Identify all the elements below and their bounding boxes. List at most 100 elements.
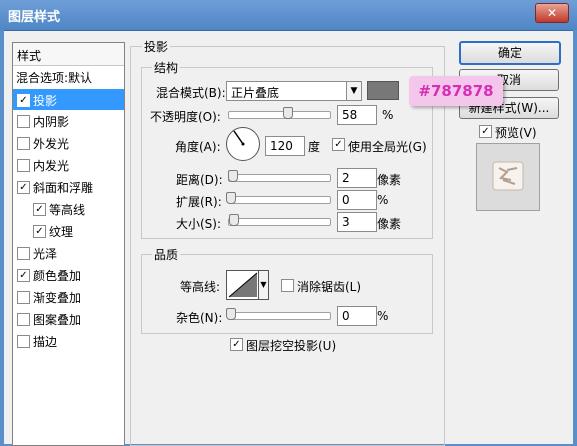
contour-curve-icon <box>228 272 258 298</box>
contour-label: 等高线: <box>180 280 221 294</box>
global-light-checkbox[interactable]: ✓ <box>332 138 345 151</box>
angle-input[interactable]: 120 <box>265 136 305 156</box>
preview-label: 预览(V) <box>495 126 537 140</box>
opacity-unit: % <box>382 108 394 122</box>
style-item-label: 图案叠加 <box>33 313 82 327</box>
noise-unit: % <box>377 309 389 323</box>
window-border-right <box>573 30 577 444</box>
angle-label: 角度(A): <box>175 140 221 154</box>
chevron-down-icon: ▼ <box>260 280 267 289</box>
contour-picker[interactable] <box>226 270 260 300</box>
ok-button[interactable]: 确定 <box>459 41 561 65</box>
size-unit: 像素 <box>377 217 402 231</box>
noise-label: 杂色(N): <box>176 311 223 325</box>
chevron-down-icon: ▼ <box>346 82 361 100</box>
drop-shadow-checkbox[interactable]: ✓ <box>17 94 30 107</box>
blend-mode-select[interactable]: 正片叠底 ▼ <box>226 81 362 101</box>
opacity-value: 58 <box>342 108 358 122</box>
style-item-label: 内阴影 <box>33 115 70 129</box>
antialias-label: 消除锯齿(L) <box>297 280 362 294</box>
angle-dial[interactable] <box>226 127 260 161</box>
style-item-label: 内发光 <box>33 159 70 173</box>
pattern-overlay-checkbox[interactable] <box>17 313 30 326</box>
distance-unit: 像素 <box>377 173 402 187</box>
color-value-tooltip: #787878 <box>409 76 503 106</box>
style-item-color-overlay[interactable]: ✓ 颜色叠加 <box>13 264 124 285</box>
close-icon: ✕ <box>546 6 558 20</box>
styles-list: 样式 混合选项:默认 ✓ 投影 内阴影 外发光 内发光 ✓ 斜面和浮雕 ✓ 等高… <box>12 42 125 446</box>
spread-slider-thumb[interactable] <box>226 192 236 204</box>
satin-checkbox[interactable] <box>17 247 30 260</box>
spread-slider[interactable] <box>228 196 331 204</box>
knockout-checkbox[interactable]: ✓ <box>230 338 243 351</box>
inner-shadow-checkbox[interactable] <box>17 115 30 128</box>
stroke-checkbox[interactable] <box>17 335 30 348</box>
noise-input[interactable]: 0 <box>337 306 377 326</box>
spread-label: 扩展(R): <box>176 195 222 209</box>
style-item-blending-options[interactable]: 混合选项:默认 <box>13 66 124 87</box>
opacity-slider[interactable] <box>228 111 331 119</box>
style-preview-thumbnail <box>476 143 540 211</box>
style-item-bevel-emboss[interactable]: ✓ 斜面和浮雕 <box>13 176 124 197</box>
window-border-left <box>0 30 4 444</box>
style-item-inner-shadow[interactable]: 内阴影 <box>13 110 124 131</box>
size-label: 大小(S): <box>176 217 222 231</box>
knockout-label: 图层挖空投影(U) <box>246 339 337 353</box>
window-title: 图层样式 <box>8 10 61 25</box>
distance-label: 距离(D): <box>176 173 223 187</box>
quality-title: 品质 <box>152 246 181 263</box>
outer-glow-checkbox[interactable] <box>17 137 30 150</box>
style-item-texture[interactable]: ✓ 纹理 <box>13 220 124 241</box>
color-overlay-checkbox[interactable]: ✓ <box>17 269 30 282</box>
distance-slider[interactable] <box>228 174 331 182</box>
inner-glow-checkbox[interactable] <box>17 159 30 172</box>
size-slider-thumb[interactable] <box>229 214 239 226</box>
style-item-stroke[interactable]: 描边 <box>13 330 124 351</box>
contour-checkbox[interactable]: ✓ <box>33 203 46 216</box>
blend-mode-label: 混合模式(B): <box>156 86 226 100</box>
style-item-label: 外发光 <box>33 137 70 151</box>
style-item-label: 描边 <box>33 335 58 349</box>
blend-mode-value: 正片叠底 <box>231 86 280 100</box>
preview-image <box>492 161 524 191</box>
distance-slider-thumb[interactable] <box>228 170 238 182</box>
style-item-label: 颜色叠加 <box>33 269 82 283</box>
structure-title: 结构 <box>152 59 181 76</box>
noise-slider[interactable] <box>228 312 331 320</box>
style-item-label: 纹理 <box>49 225 74 239</box>
contour-dropdown-button[interactable]: ▼ <box>258 270 269 300</box>
global-light-label: 使用全局光(G) <box>348 140 427 154</box>
angle-value: 120 <box>270 139 293 153</box>
layer-style-dialog: 图层样式 ✕ 样式 混合选项:默认 ✓ 投影 内阴影 外发光 内发光 ✓ 斜面和… <box>0 0 577 446</box>
drop-shadow-title: 投影 <box>142 38 171 55</box>
texture-checkbox[interactable]: ✓ <box>33 225 46 238</box>
gradient-overlay-checkbox[interactable] <box>17 291 30 304</box>
noise-slider-thumb[interactable] <box>226 308 236 320</box>
size-input[interactable]: 3 <box>337 212 377 232</box>
style-item-label: 斜面和浮雕 <box>33 181 94 195</box>
shadow-color-swatch[interactable] <box>367 81 399 100</box>
style-item-satin[interactable]: 光泽 <box>13 242 124 263</box>
preview-checkbox[interactable]: ✓ <box>479 125 492 138</box>
spread-input[interactable]: 0 <box>337 190 377 210</box>
style-item-drop-shadow[interactable]: ✓ 投影 <box>13 89 124 110</box>
style-item-contour[interactable]: ✓ 等高线 <box>13 198 124 219</box>
style-item-label: 等高线 <box>49 203 86 217</box>
style-item-pattern-overlay[interactable]: 图案叠加 <box>13 308 124 329</box>
opacity-slider-thumb[interactable] <box>282 107 293 119</box>
angle-unit: 度 <box>308 140 321 154</box>
style-item-gradient-overlay[interactable]: 渐变叠加 <box>13 286 124 307</box>
size-slider[interactable] <box>228 218 331 226</box>
antialias-checkbox[interactable] <box>281 279 294 292</box>
style-item-inner-glow[interactable]: 内发光 <box>13 154 124 175</box>
style-item-outer-glow[interactable]: 外发光 <box>13 132 124 153</box>
distance-value: 2 <box>342 171 350 185</box>
noise-value: 0 <box>342 309 350 323</box>
style-item-label: 混合选项:默认 <box>16 71 93 85</box>
opacity-label: 不透明度(O): <box>150 110 221 124</box>
distance-input[interactable]: 2 <box>337 168 377 188</box>
close-button[interactable]: ✕ <box>535 3 569 23</box>
style-item-label: 投影 <box>33 94 58 108</box>
bevel-emboss-checkbox[interactable]: ✓ <box>17 181 30 194</box>
opacity-input[interactable]: 58 <box>337 105 377 125</box>
